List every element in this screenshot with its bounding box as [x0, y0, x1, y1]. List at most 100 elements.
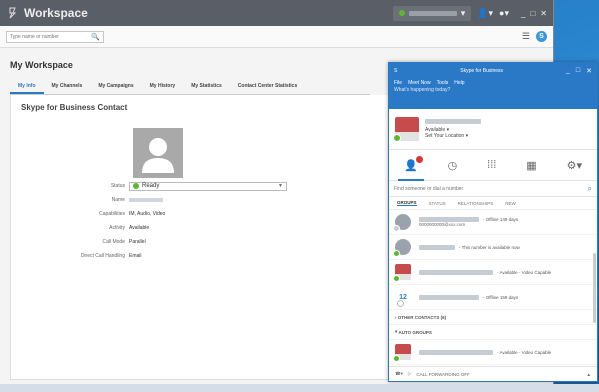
- avatar: [393, 344, 411, 362]
- status-select[interactable]: Ready ▼: [129, 181, 287, 191]
- phone-icon[interactable]: ⁞⁞⁞: [487, 159, 496, 171]
- page-title: My Workspace: [10, 60, 73, 70]
- meetings-icon[interactable]: ▦: [526, 159, 536, 172]
- person-icon: [142, 138, 174, 173]
- activity-value: Available: [129, 225, 150, 231]
- maximize-icon[interactable]: □: [576, 67, 580, 75]
- name-value: [129, 198, 163, 202]
- tab-my-history[interactable]: My History: [142, 80, 184, 94]
- toolbar: 🔍 ☰ S: [0, 26, 553, 48]
- presence-ready-icon: [133, 183, 139, 189]
- search-icon[interactable]: ⌕: [588, 184, 592, 194]
- menu-tools[interactable]: Tools: [437, 80, 449, 86]
- skype-menu: File Meet Now Tools Help: [389, 78, 597, 87]
- contact-status: - Available - Video Capable: [497, 269, 552, 275]
- list-item[interactable]: - Offline 149 days 0000000000@xxx.com: [389, 210, 597, 235]
- call-forward-icon: ▷: [407, 371, 412, 376]
- skype-title: Skype for Business: [460, 67, 504, 74]
- agent-name: [408, 10, 457, 16]
- chevron-down-icon: ▾: [460, 7, 466, 18]
- contact-name: [419, 349, 493, 355]
- my-location[interactable]: Set Your Location: [425, 133, 464, 139]
- tab-my-channels[interactable]: My Channels: [44, 80, 91, 94]
- skype-footer: ☎▾ ▷ CALL FORWARDING OFF ▲: [389, 366, 597, 381]
- contact-fields: Status Ready ▼ Name Capabilities IM, Aud…: [11, 179, 311, 263]
- group-other-contacts[interactable]: › OTHER CONTACTS (6): [389, 310, 597, 325]
- contact-name: [419, 269, 493, 275]
- team-communicator[interactable]: 🔍: [6, 30, 104, 43]
- contact-number: 12: [395, 294, 411, 307]
- tab-relationships[interactable]: RELATIONSHIPS: [458, 201, 494, 206]
- conversations-icon[interactable]: ◷: [448, 159, 458, 172]
- contact-panel: Skype for Business Contact Status Ready …: [10, 95, 390, 380]
- list-item[interactable]: - Available - Video Capable: [389, 260, 597, 285]
- contact-status: - Available - Video Capable: [497, 349, 552, 355]
- panel-title: Skype for Business Contact: [21, 103, 128, 112]
- menu-help[interactable]: Help: [454, 80, 464, 86]
- search-input[interactable]: [10, 33, 80, 40]
- contact-name: [419, 294, 479, 300]
- scrollbar[interactable]: [593, 253, 596, 323]
- settings-icon[interactable]: ⚙▾: [567, 159, 582, 172]
- contact-status: - Offline 149 days: [483, 217, 519, 222]
- presence-ready-icon: [398, 10, 405, 16]
- minimize-icon[interactable]: _: [521, 9, 525, 18]
- list-item[interactable]: 12 - Offline 159 days: [389, 285, 597, 310]
- direct-call-value: Email: [129, 253, 142, 259]
- avatar: [393, 264, 411, 282]
- group-tabs: GROUPS STATUS RELATIONSHIPS NEW: [389, 197, 597, 210]
- contact-list: - Offline 149 days 0000000000@xxx.com - …: [389, 210, 597, 365]
- menu-file[interactable]: File: [394, 80, 402, 86]
- avatar: [133, 128, 183, 178]
- group-auto-groups[interactable]: ▾ AUTO GROUPS: [389, 325, 597, 340]
- tab-groups[interactable]: GROUPS: [397, 200, 417, 206]
- close-icon[interactable]: ✕: [540, 9, 547, 18]
- user-icon[interactable]: 👤▾: [477, 8, 493, 19]
- call-forwarding-status[interactable]: CALL FORWARDING OFF: [416, 372, 470, 377]
- tab-my-info[interactable]: My Info: [10, 80, 44, 94]
- whats-happening-input[interactable]: What's happening today?: [389, 87, 597, 93]
- window-title: Workspace: [24, 6, 88, 20]
- minimize-icon[interactable]: _: [566, 67, 570, 75]
- close-icon[interactable]: ✕: [586, 67, 592, 75]
- capabilities-label: Capabilities: [99, 211, 125, 217]
- skype-icon[interactable]: S: [536, 31, 547, 42]
- capabilities-value: IM, Audio, Video: [129, 211, 166, 217]
- skype-search-input[interactable]: [394, 185, 588, 192]
- direct-call-label: Direct Call Handling: [80, 253, 125, 259]
- search-icon[interactable]: 🔍: [91, 33, 100, 41]
- warning-icon[interactable]: ▲: [587, 372, 591, 377]
- phone-forward-icon[interactable]: ☎▾: [395, 371, 403, 377]
- tab-my-statistics[interactable]: My Statistics: [183, 80, 230, 94]
- avatar: [393, 214, 411, 232]
- title-bar: Workspace ▾ 👤▾ ●▾ _ □ ✕: [0, 0, 553, 26]
- tab-status[interactable]: STATUS: [429, 201, 446, 206]
- menu-meet-now[interactable]: Meet Now: [408, 80, 431, 86]
- status-label: Status: [110, 183, 125, 189]
- list-item[interactable]: - Available - Video Capable: [389, 340, 597, 365]
- tab-contact-center-statistics[interactable]: Contact Center Statistics: [230, 80, 305, 94]
- help-icon[interactable]: ●▾: [499, 8, 509, 19]
- menu-icon[interactable]: ☰: [522, 31, 530, 42]
- notification-badge: [415, 155, 423, 163]
- skype-header: S Skype for Business _ □ ✕ File Meet Now…: [389, 63, 597, 109]
- skype-search: ⌕: [389, 181, 597, 197]
- contact-status: - Offline 159 days: [483, 294, 519, 300]
- list-item[interactable]: - This number is available now: [389, 235, 597, 260]
- avatar: [393, 239, 411, 257]
- tab-my-campaigns[interactable]: My Campaigns: [90, 80, 141, 94]
- taskbar: [0, 384, 599, 392]
- contacts-icon[interactable]: 👤: [398, 155, 424, 181]
- my-presence: Available ▾ Set Your Location ▾: [389, 109, 597, 150]
- contact-name: [419, 244, 455, 250]
- presence-available-icon: [393, 134, 401, 142]
- agent-status-button[interactable]: ▾: [392, 5, 472, 21]
- chevron-down-icon: ▼: [278, 183, 283, 189]
- status-value: Ready: [142, 183, 160, 189]
- contact-status: - This number is available now: [459, 244, 520, 250]
- workspace-tabs: My Info My Channels My Campaigns My Hist…: [10, 80, 370, 95]
- maximize-icon[interactable]: □: [530, 9, 535, 18]
- tab-new[interactable]: NEW: [505, 201, 516, 206]
- contact-email: 0000000000@xxx.com: [419, 222, 466, 227]
- call-mode-label: Call Mode: [102, 239, 125, 245]
